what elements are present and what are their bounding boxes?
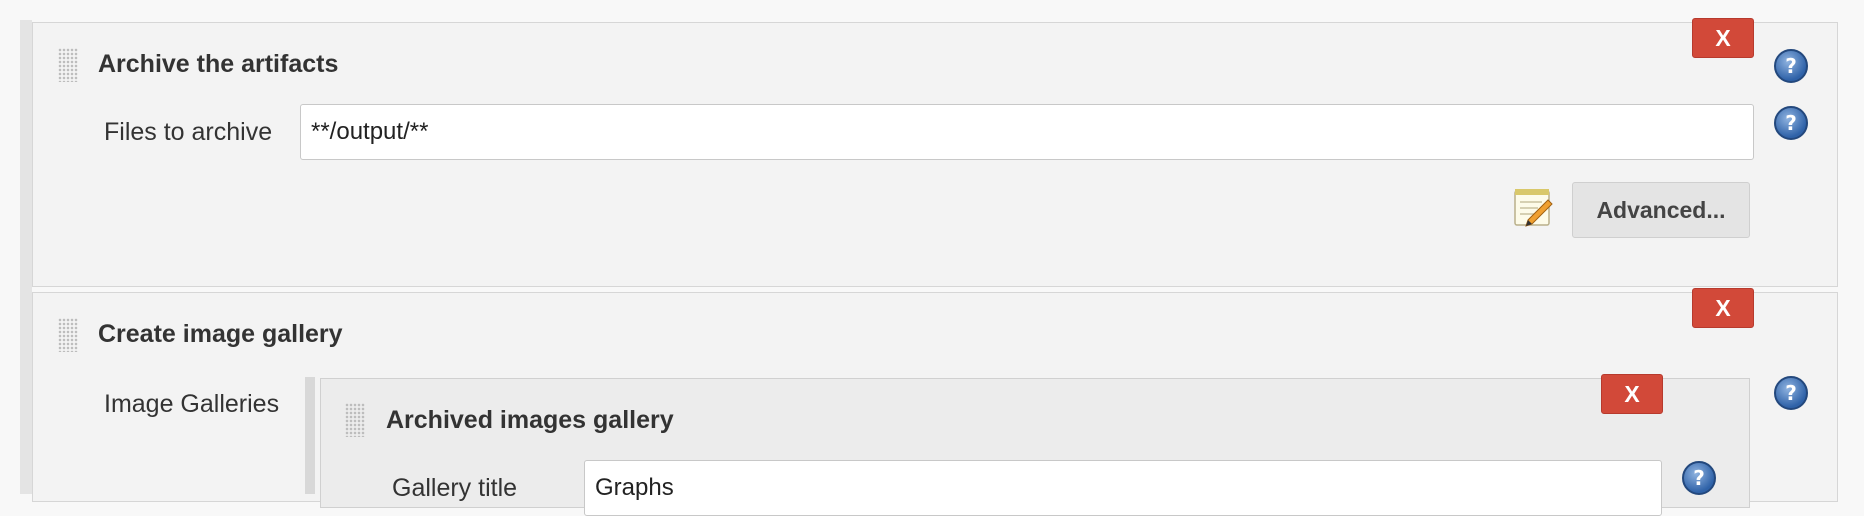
gallery-title-input[interactable] xyxy=(584,460,1662,516)
delete-inner-gallery-button[interactable]: X xyxy=(1601,374,1663,414)
help-icon[interactable]: ? xyxy=(1774,49,1808,83)
inner-indent-bar xyxy=(305,377,315,494)
advanced-button[interactable]: Advanced... xyxy=(1572,182,1750,238)
gallery-title-label: Gallery title xyxy=(392,474,518,502)
drag-handle-icon[interactable] xyxy=(58,48,78,82)
files-to-archive-input[interactable] xyxy=(300,104,1754,160)
help-icon[interactable]: ? xyxy=(1682,461,1716,495)
left-indent-bar xyxy=(20,20,32,494)
delete-gallery-button[interactable]: X xyxy=(1692,288,1754,328)
help-icon[interactable]: ? xyxy=(1774,376,1808,410)
archived-images-gallery-title: Archived images gallery xyxy=(386,406,674,434)
notepad-pencil-icon[interactable] xyxy=(1512,186,1554,228)
drag-handle-icon[interactable] xyxy=(58,318,78,352)
drag-handle-icon[interactable] xyxy=(345,403,365,437)
delete-archive-button[interactable]: X xyxy=(1692,18,1754,58)
create-image-gallery-title: Create image gallery xyxy=(98,320,343,348)
files-to-archive-label: Files to archive xyxy=(104,118,273,146)
archive-artifacts-title: Archive the artifacts xyxy=(98,50,339,78)
image-galleries-label: Image Galleries xyxy=(104,390,280,418)
help-icon[interactable]: ? xyxy=(1774,106,1808,140)
